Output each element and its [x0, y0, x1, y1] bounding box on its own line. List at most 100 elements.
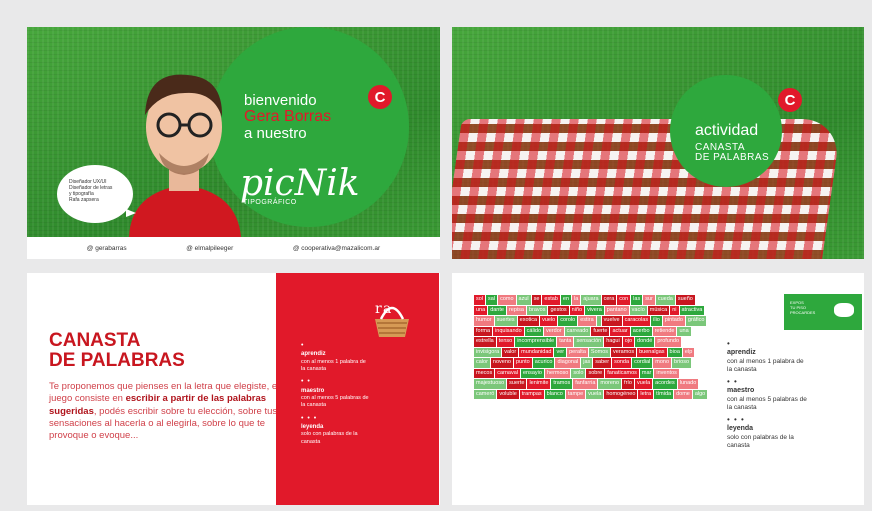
word-tile: punto — [513, 358, 532, 368]
word-tile: cálido — [524, 326, 544, 336]
word-tile: letra — [638, 389, 654, 399]
tipografico-label: TIPOGRÁFICO — [243, 199, 297, 206]
word-tile: lunado — [677, 379, 699, 389]
social-handle: @ gerabarras — [86, 244, 127, 252]
word-tile: saber — [593, 358, 612, 368]
brand-logo-icon: C — [778, 88, 802, 112]
word-tile: inquisando — [493, 326, 524, 336]
word-tile: tenso — [496, 337, 515, 347]
word-tile: pintado — [662, 316, 685, 326]
word-tile: vacío — [629, 305, 647, 315]
word-tile: repisa — [506, 305, 526, 315]
word-tile: fanfarria — [573, 379, 598, 389]
word-tile: homogéneo — [604, 389, 638, 399]
word-tile: carnaval — [495, 368, 520, 378]
legend-title: aprendiz — [727, 349, 756, 356]
welcome-text: bienvenido Gera Borras a nuestro — [244, 93, 331, 141]
rule-dots: • • • — [301, 414, 318, 422]
word-tile: como — [498, 295, 516, 305]
word-tile: mono — [653, 358, 672, 368]
word-tile: ni — [670, 305, 679, 315]
word-tile: azul — [516, 295, 531, 305]
word-tile: sueño — [675, 295, 695, 305]
welcome-card: C bienvenido Gera Borras a nuestro picNi… — [27, 27, 440, 259]
chat-bubble-icon — [834, 303, 854, 317]
word-tile: bioa — [667, 347, 682, 357]
word-tile: invisigora — [474, 347, 502, 357]
word-tile: solo — [571, 368, 586, 378]
word-tile: ilio — [651, 316, 662, 326]
word-tile: acurico — [532, 358, 555, 368]
word-tile: sal — [486, 295, 498, 305]
word-tile: verdor — [544, 326, 564, 336]
activity-label: actividad — [695, 122, 759, 139]
word-tile: voluble — [497, 389, 519, 399]
word-tile: jas — [581, 358, 593, 368]
activity-card: C actividad CANASTA DE PALABRAS — [452, 27, 864, 259]
green-note-box: EXPOS TU PISO PROCARDES — [784, 294, 862, 330]
legend-text: solo con palabras de la canasta — [727, 433, 794, 449]
legend-dots: • • • — [727, 415, 745, 424]
word-tile: blanco — [544, 389, 565, 399]
word-tile: pantano — [604, 305, 629, 315]
social-handle: @ cooperativa@mazalicom.ar — [292, 244, 381, 252]
word-basket-card: sol sal como azul se estab en la ajuara cera con la… — [452, 273, 864, 505]
word-tile: ajuara — [581, 295, 601, 305]
word-tile: acordes — [653, 379, 677, 389]
rule-text: con al menos 1 palabra de la canasta — [301, 358, 366, 372]
word-tile: incomprensible — [515, 337, 557, 347]
word-tile: caracolas — [622, 316, 651, 326]
word-tile: carreado — [564, 326, 591, 336]
word-tile: fuerte — [591, 326, 610, 336]
word-tile: vuela — [586, 389, 604, 399]
word-tile: dondé — [635, 337, 655, 347]
legend-dots: • — [727, 339, 731, 348]
word-tile: tanta — [557, 337, 574, 347]
picnik-logo: picNik — [240, 163, 360, 204]
word-tile: suerte — [507, 379, 527, 389]
word-grid: sol sal como azul se estab en la ajuara cera con la… — [474, 295, 709, 399]
word-tile: brioso — [672, 358, 692, 368]
brand-logo-icon: C — [368, 85, 392, 109]
word-tile: retiende — [652, 326, 677, 336]
speech-bubble: Diseñador UX/UI Diseñador de letras y ti… — [57, 165, 136, 223]
word-tile: cordial — [632, 358, 653, 368]
word-tile: buenalgas — [637, 347, 667, 357]
word-tile: mecos — [474, 368, 495, 378]
word-tile: Somos — [588, 347, 611, 357]
word-tile: niño — [569, 305, 585, 315]
word-tile: forma — [474, 326, 493, 336]
word-tile: hermoso — [544, 368, 571, 378]
word-tile: frío — [622, 379, 634, 389]
word-tile: gráfico — [685, 316, 707, 326]
legend-title: maestro — [727, 387, 755, 394]
word-tile: con — [617, 295, 631, 305]
word-tile: se — [531, 295, 542, 305]
svg-text:r: r — [375, 301, 382, 317]
title-line: CANASTA — [49, 330, 141, 351]
legend-title: leyenda — [727, 425, 754, 432]
word-tile: estira — [578, 316, 596, 326]
word-tile: profundo — [655, 337, 682, 347]
word-tile: noveno — [490, 358, 513, 368]
instructions-card: CANASTA DE PALABRAS Te proponemos que pi… — [27, 273, 440, 505]
word-tile: las — [631, 295, 643, 305]
word-tile: una — [474, 305, 488, 315]
word-tile: estab — [542, 295, 560, 305]
word-tile: elp — [682, 347, 695, 357]
word-tile: fanaticamos — [605, 368, 639, 378]
word-tile: sur — [643, 295, 655, 305]
word-tile: tramos — [551, 379, 573, 389]
word-tile: sobre — [586, 368, 605, 378]
word-tile: en — [560, 295, 572, 305]
rule-title: aprendiz — [301, 351, 326, 358]
word-tile: cera — [601, 295, 617, 305]
social-footer: @ gerabarras @ elmalpileeger @ cooperati… — [27, 237, 440, 259]
instructions-text: Te proponemos que pienses en la letra qu… — [49, 381, 289, 443]
word-tile: trampas — [519, 389, 544, 399]
legend-text: con al menos 5 palabras de la canasta — [727, 395, 807, 411]
word-tile: algo — [692, 389, 708, 399]
guest-name: Gera Borras — [244, 107, 332, 125]
word-tile: sensación — [574, 337, 604, 347]
bubble-line: Rafa zapsera — [69, 197, 99, 203]
